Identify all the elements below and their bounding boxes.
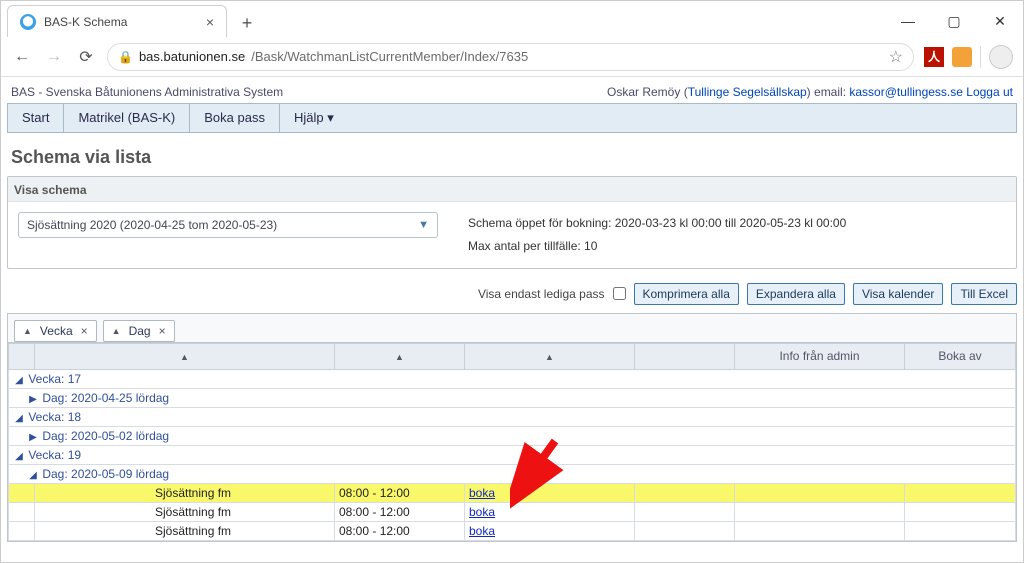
menu-start[interactable]: Start bbox=[8, 104, 64, 132]
collapse-icon[interactable]: ◢ bbox=[13, 451, 25, 462]
page-title: Schema via lista bbox=[7, 133, 1017, 176]
col-boka-av[interactable]: Boka av bbox=[905, 343, 1016, 369]
schema-select-value: Sjösättning 2020 (2020-04-25 tom 2020-05… bbox=[27, 218, 277, 232]
schedule-table: ▲ ▲ ▲ Info från admin Boka av ◢ Vecka: 1… bbox=[8, 343, 1016, 541]
logout-link[interactable]: Logga ut bbox=[966, 85, 1013, 99]
expand-icon[interactable]: ▶ bbox=[27, 394, 39, 405]
close-window-button[interactable]: ✕ bbox=[977, 5, 1023, 37]
grid-controls: Visa endast lediga pass Komprimera alla … bbox=[7, 279, 1017, 313]
booking-open-text: Schema öppet för bokning: 2020-03-23 kl … bbox=[468, 212, 846, 235]
table-row: Sjösättning fm 08:00 - 12:00 boka bbox=[9, 483, 1016, 502]
favicon-icon: ⬤ bbox=[20, 14, 36, 30]
collapse-icon[interactable]: ◢ bbox=[27, 470, 39, 481]
extensions: 人 bbox=[924, 45, 1013, 69]
user-email-link[interactable]: kassor@tullingess.se bbox=[849, 85, 963, 99]
browser-toolbar: ← → ⟳ 🔒 bas.batunionen.se/Bask/WatchmanL… bbox=[1, 37, 1023, 77]
boka-link[interactable]: boka bbox=[469, 505, 495, 519]
tab-close-icon[interactable]: × bbox=[206, 14, 214, 30]
main-menu: Start Matrikel (BAS-K) Boka pass Hjälp ▾ bbox=[7, 103, 1017, 133]
boka-link[interactable]: boka bbox=[469, 524, 495, 538]
user-club-link[interactable]: Tullinge Segelsällskap bbox=[688, 85, 807, 99]
col-spacer bbox=[635, 343, 735, 369]
reload-button[interactable]: ⟳ bbox=[75, 46, 97, 68]
chevron-down-icon: ▼ bbox=[418, 219, 429, 231]
group-tab-dag[interactable]: ▲ Dag × bbox=[103, 320, 175, 342]
pass-name: Sjösättning fm bbox=[35, 521, 335, 540]
group-row-week[interactable]: ◢ Vecka: 18 bbox=[9, 407, 1016, 426]
schema-info: Schema öppet för bokning: 2020-03-23 kl … bbox=[468, 212, 846, 258]
pass-time: 08:00 - 12:00 bbox=[335, 483, 465, 502]
remove-group-icon[interactable]: × bbox=[159, 324, 166, 338]
schedule-grid: ▲ Vecka × ▲ Dag × ▲ ▲ ▲ bbox=[7, 313, 1017, 542]
filter-panel: Visa schema Sjösättning 2020 (2020-04-25… bbox=[7, 176, 1017, 269]
pass-name: Sjösättning fm bbox=[35, 483, 335, 502]
address-bar[interactable]: 🔒 bas.batunionen.se/Bask/WatchmanListCur… bbox=[107, 43, 914, 71]
maximize-button[interactable]: ▢ bbox=[931, 5, 977, 37]
filter-panel-header: Visa schema bbox=[8, 177, 1016, 202]
browser-tab[interactable]: ⬤ BAS-K Schema × bbox=[7, 5, 227, 37]
sort-asc-icon: ▲ bbox=[23, 326, 32, 336]
group-tab-label: Dag bbox=[129, 324, 151, 338]
col-expand[interactable] bbox=[9, 343, 35, 369]
max-antal-text: Max antal per tillfälle: 10 bbox=[468, 235, 846, 258]
table-header-row: ▲ ▲ ▲ Info från admin Boka av bbox=[9, 343, 1016, 369]
till-excel-button[interactable]: Till Excel bbox=[951, 283, 1017, 305]
collapse-icon[interactable]: ◢ bbox=[13, 413, 25, 424]
expand-icon[interactable]: ▶ bbox=[27, 432, 39, 443]
new-tab-button[interactable]: + bbox=[233, 9, 261, 37]
sort-asc-icon: ▲ bbox=[112, 326, 121, 336]
url-host: bas.batunionen.se bbox=[139, 49, 245, 64]
col-info[interactable]: Info från admin bbox=[735, 343, 905, 369]
grid-group-tabs: ▲ Vecka × ▲ Dag × bbox=[8, 314, 1016, 343]
tab-title: BAS-K Schema bbox=[44, 15, 127, 29]
komprimera-button[interactable]: Komprimera alla bbox=[634, 283, 739, 305]
col-action[interactable]: ▲ bbox=[465, 343, 635, 369]
menu-matrikel[interactable]: Matrikel (BAS-K) bbox=[64, 104, 190, 132]
pass-time: 08:00 - 12:00 bbox=[335, 521, 465, 540]
browser-titlebar: ⬤ BAS-K Schema × + — ▢ ✕ bbox=[1, 1, 1023, 37]
visa-kalender-button[interactable]: Visa kalender bbox=[853, 283, 944, 305]
pdf-extension-icon[interactable]: 人 bbox=[924, 47, 944, 67]
email-label: email: bbox=[814, 85, 846, 99]
menu-hjalp[interactable]: Hjälp ▾ bbox=[280, 104, 348, 132]
profile-avatar-icon[interactable] bbox=[989, 45, 1013, 69]
extension-icon[interactable] bbox=[952, 47, 972, 67]
group-row-day[interactable]: ▶ Dag: 2020-05-02 lördag bbox=[9, 426, 1016, 445]
remove-group-icon[interactable]: × bbox=[81, 324, 88, 338]
table-row: Sjösättning fm 08:00 - 12:00 boka bbox=[9, 502, 1016, 521]
col-time[interactable]: ▲ bbox=[335, 343, 465, 369]
menu-boka-pass[interactable]: Boka pass bbox=[190, 104, 280, 132]
pass-time: 08:00 - 12:00 bbox=[335, 502, 465, 521]
system-header: BAS - Svenska Båtunionens Administrativa… bbox=[7, 81, 1017, 103]
group-row-week[interactable]: ◢ Vecka: 17 bbox=[9, 369, 1016, 388]
schema-select[interactable]: Sjösättning 2020 (2020-04-25 tom 2020-05… bbox=[18, 212, 438, 238]
group-row-day[interactable]: ◢ Dag: 2020-05-09 lördag bbox=[9, 464, 1016, 483]
url-path: /Bask/WatchmanListCurrentMember/Index/76… bbox=[251, 49, 528, 64]
window-controls: — ▢ ✕ bbox=[885, 5, 1023, 37]
boka-link[interactable]: boka bbox=[469, 486, 495, 500]
back-button[interactable]: ← bbox=[11, 46, 33, 68]
table-row: Sjösättning fm 08:00 - 12:00 boka bbox=[9, 521, 1016, 540]
lock-icon: 🔒 bbox=[118, 50, 133, 64]
minimize-button[interactable]: — bbox=[885, 5, 931, 37]
user-name: Oskar Remöy bbox=[607, 85, 680, 99]
col-name[interactable]: ▲ bbox=[35, 343, 335, 369]
collapse-icon[interactable]: ◢ bbox=[13, 375, 25, 386]
group-row-day[interactable]: ▶ Dag: 2020-04-25 lördag bbox=[9, 388, 1016, 407]
only-free-label: Visa endast lediga pass bbox=[478, 287, 605, 301]
group-tab-vecka[interactable]: ▲ Vecka × bbox=[14, 320, 97, 342]
pass-name: Sjösättning fm bbox=[35, 502, 335, 521]
app-name: BAS - Svenska Båtunionens Administrativa… bbox=[11, 85, 283, 99]
only-free-checkbox[interactable] bbox=[613, 287, 626, 300]
bookmark-star-icon[interactable]: ☆ bbox=[889, 47, 903, 67]
group-row-week[interactable]: ◢ Vecka: 19 bbox=[9, 445, 1016, 464]
group-tab-label: Vecka bbox=[40, 324, 73, 338]
expandera-button[interactable]: Expandera alla bbox=[747, 283, 845, 305]
user-block: Oskar Remöy (Tullinge Segelsällskap) ema… bbox=[607, 85, 1013, 99]
forward-button[interactable]: → bbox=[43, 46, 65, 68]
divider bbox=[980, 46, 981, 68]
